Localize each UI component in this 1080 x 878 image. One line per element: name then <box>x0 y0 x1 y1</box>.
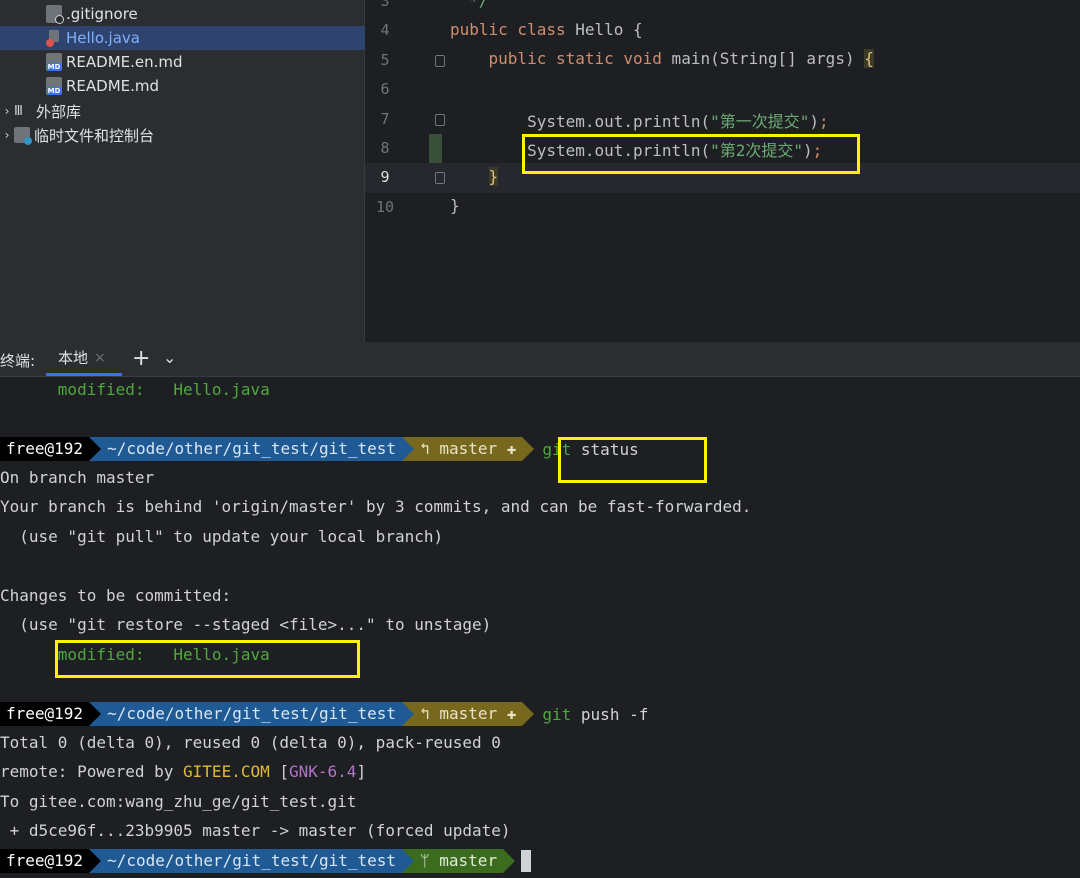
tab-local[interactable]: 本地 × <box>46 342 122 376</box>
project-tree-panel: .gitignore Hello.java MD README.en.md MD… <box>0 0 410 342</box>
terminal-line: modified: Hello.java <box>0 380 270 399</box>
fold-marker-icon[interactable] <box>435 172 445 184</box>
tree-item-gitignore[interactable]: .gitignore <box>0 2 410 26</box>
code-line-9: } <box>488 167 499 186</box>
line-number: 3 <box>380 0 390 10</box>
code-editor[interactable]: 3 4 5 6 7 8 9 10 */ public class Hello {… <box>365 0 1080 342</box>
prompt-1: free@192 ~/code/other/git_test/git_test … <box>0 436 639 462</box>
tree-item-label: .gitignore <box>66 5 138 23</box>
markdown-file-icon: MD <box>46 77 62 95</box>
prompt-3: free@192 ~/code/other/git_test/git_test … <box>0 848 532 874</box>
line-number: 6 <box>380 80 390 98</box>
highlight-box-line8 <box>522 134 860 174</box>
command-args: push -f <box>571 704 649 724</box>
editor-gutter: 3 4 5 6 7 8 9 10 <box>365 0 439 342</box>
prompt-user: free@192 <box>0 437 90 461</box>
gitignore-file-icon <box>46 5 64 24</box>
code-line-4: public class Hello { <box>450 20 643 39</box>
library-icon: Ⅲ <box>14 103 23 119</box>
scratches-icon <box>14 127 32 145</box>
prompt-branch: ↰ master ✚ <box>414 702 523 726</box>
prompt-path: ~/code/other/git_test/git_test <box>101 849 403 873</box>
code-line-5: public static void main(String[] args) { <box>488 49 874 68</box>
tree-item-readme[interactable]: MD README.md <box>0 74 410 98</box>
line-number: 9 <box>380 168 390 186</box>
java-file-icon <box>46 29 62 47</box>
prompt-path: ~/code/other/git_test/git_test <box>101 437 403 461</box>
fold-marker-icon[interactable] <box>435 55 445 67</box>
prompt-branch: ↰ master ✚ <box>414 437 523 461</box>
tree-item-label: Hello.java <box>66 29 140 47</box>
terminal-line: Total 0 (delta 0), reused 0 (delta 0), p… <box>0 733 501 752</box>
fold-marker-icon[interactable] <box>435 114 445 126</box>
chevron-right-icon[interactable]: › <box>0 128 14 142</box>
prompt-user: free@192 <box>0 702 90 726</box>
markdown-file-icon: MD <box>46 53 62 71</box>
chevron-down-icon[interactable]: ⌄ <box>163 348 176 367</box>
code-line-7: System.out.println("第一次提交"); <box>527 112 829 131</box>
tree-item-external-libraries[interactable]: › Ⅲ 外部库 <box>0 99 364 123</box>
tree-item-readme-en[interactable]: MD README.en.md <box>0 50 410 74</box>
tab-label: 本地 <box>58 349 89 367</box>
line-number: 8 <box>380 139 390 157</box>
command-git: git <box>542 704 572 724</box>
code-line-10: } <box>450 196 460 215</box>
terminal-label: 终端: <box>0 352 36 370</box>
terminal-tab-bar: 终端: 本地 × + ⌄ <box>0 342 1080 377</box>
highlight-box-git-status <box>558 437 707 483</box>
terminal-line: Your branch is behind 'origin/master' by… <box>0 497 752 516</box>
prompt-path: ~/code/other/git_test/git_test <box>101 702 403 726</box>
tree-item-label: 外部库 <box>36 102 82 121</box>
terminal-line: To gitee.com:wang_zhu_ge/git_test.git <box>0 792 357 811</box>
line-number: 5 <box>380 51 390 69</box>
code-line-3: */ <box>469 0 489 10</box>
ide-top-area: .gitignore Hello.java MD README.en.md MD… <box>0 0 1080 342</box>
terminal-line: On branch master <box>0 468 155 487</box>
prompt-branch: ᛘ master <box>414 849 504 873</box>
tree-item-scratches[interactable]: › 临时文件和控制台 <box>0 123 364 147</box>
terminal-output[interactable]: modified: Hello.java free@192 ~/code/oth… <box>0 377 1080 878</box>
terminal-line: + d5ce96f...23b9905 master -> master (fo… <box>0 821 511 840</box>
chevron-right-icon[interactable]: › <box>0 104 14 118</box>
line-number: 7 <box>380 110 390 128</box>
terminal-cursor <box>521 850 532 872</box>
prompt-user: free@192 <box>0 849 90 873</box>
line-number: 10 <box>375 198 395 216</box>
tree-item-label: 临时文件和控制台 <box>34 126 155 145</box>
prompt-2: free@192 ~/code/other/git_test/git_test … <box>0 701 648 727</box>
tree-item-label: README.md <box>66 77 160 95</box>
terminal-line-remote: remote: Powered by GITEE.COM [GNK-6.4] <box>0 762 367 781</box>
add-tab-icon[interactable]: + <box>132 346 150 371</box>
close-icon[interactable]: × <box>94 350 106 366</box>
terminal-line: (use "git pull" to update your local bra… <box>0 527 444 546</box>
highlight-box-modified <box>55 640 360 678</box>
tree-item-label: README.en.md <box>66 53 183 71</box>
line-number: 4 <box>380 21 390 39</box>
terminal-line: Changes to be committed: <box>0 586 232 605</box>
tree-item-hello-java[interactable]: Hello.java <box>0 26 410 50</box>
terminal-line: (use "git restore --staged <file>..." to… <box>0 615 492 634</box>
